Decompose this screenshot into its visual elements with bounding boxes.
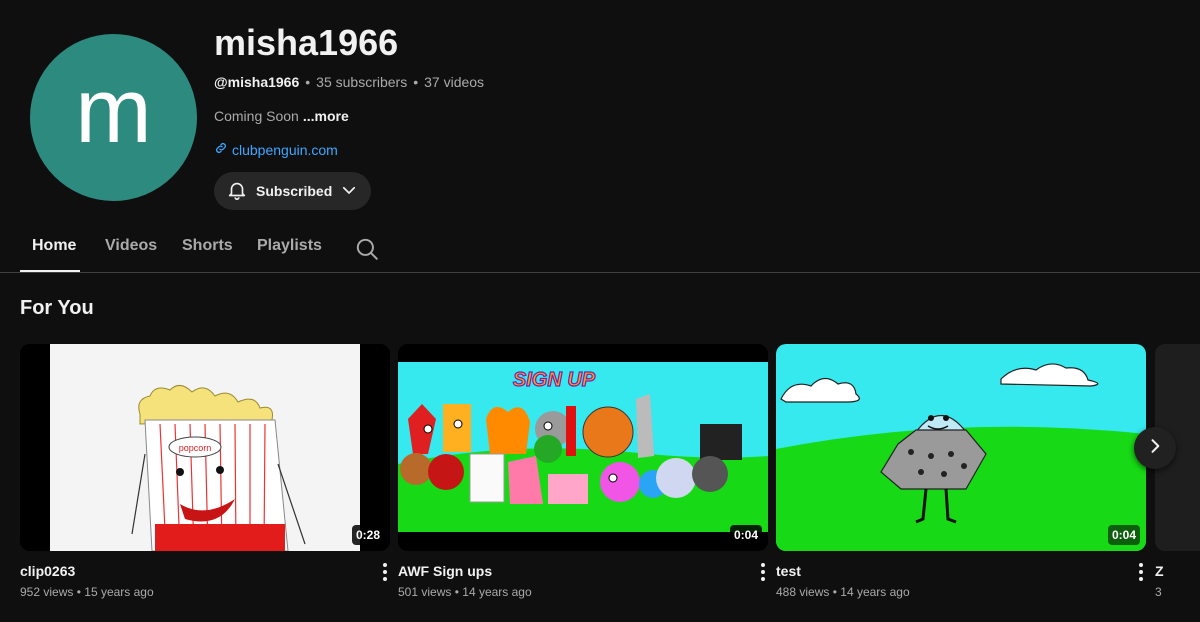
meta-separator: •	[305, 74, 311, 90]
video-views: 952 views	[20, 585, 74, 599]
partial-video-meta: 3	[1155, 585, 1162, 599]
video-meta: 952 views • 15 years ago	[20, 585, 154, 599]
avatar-letter: m	[75, 59, 152, 162]
video-card[interactable]: popcorn 0:28 clip0263 952 views • 15 yea…	[20, 344, 390, 599]
video-title[interactable]: clip0263	[20, 563, 75, 579]
tab-home[interactable]: Home	[32, 237, 76, 255]
subscribed-button[interactable]: Subscribed	[214, 172, 371, 210]
video-count: 37 videos	[424, 74, 485, 90]
meta-separator: •	[454, 585, 459, 599]
popcorn-thumbnail-art: popcorn	[20, 344, 390, 551]
subscribed-label: Subscribed	[256, 183, 333, 199]
channel-name: misha1966	[214, 22, 399, 63]
video-card[interactable]: SIGN UP 0:04 AWF Sign ups 501 views • 14…	[398, 344, 768, 599]
video-views: 488 views	[776, 585, 830, 599]
link-text: clubpenguin.com	[232, 141, 338, 158]
video-card[interactable]: 0:04 test 488 views • 14 years ago	[776, 344, 1146, 599]
channel-link[interactable]: clubpenguin.com	[214, 141, 338, 158]
meta-separator: •	[76, 585, 81, 599]
sign-up-thumbnail-art: SIGN UP	[398, 344, 768, 551]
more-vert-icon[interactable]	[760, 562, 766, 587]
video-duration: 0:28	[351, 525, 384, 545]
tab-videos[interactable]: Videos	[105, 237, 157, 255]
channel-description[interactable]: Coming Soon ...more	[214, 108, 349, 124]
bell-icon	[226, 179, 248, 204]
channel-meta: @misha1966 • 35 subscribers • 37 videos	[214, 74, 484, 90]
channel-avatar[interactable]: m	[30, 34, 197, 201]
description-text: Coming Soon	[214, 108, 299, 124]
carousel-next-button[interactable]	[1134, 427, 1176, 469]
ufo-field-thumbnail-art	[776, 344, 1146, 551]
video-duration: 0:04	[729, 525, 762, 545]
channel-tabs: Home Videos Shorts Playlists	[0, 228, 1200, 273]
channel-page: m misha1966 @misha1966 • 35 subscribers …	[0, 0, 1200, 622]
video-title[interactable]: test	[776, 563, 801, 579]
video-title[interactable]: AWF Sign ups	[398, 563, 492, 579]
more-button[interactable]: ...more	[303, 108, 349, 124]
video-views: 501 views	[398, 585, 452, 599]
more-vert-icon[interactable]	[382, 562, 388, 587]
subscriber-count: 35 subscribers	[316, 74, 408, 90]
video-meta: 488 views • 14 years ago	[776, 585, 910, 599]
active-tab-indicator	[20, 270, 80, 272]
search-icon[interactable]	[354, 236, 380, 267]
video-thumbnail[interactable]: SIGN UP 0:04	[398, 344, 768, 551]
video-thumbnail[interactable]: 0:04	[776, 344, 1146, 551]
tab-shorts[interactable]: Shorts	[182, 237, 233, 255]
more-vert-icon[interactable]	[1138, 562, 1144, 587]
thumbnail-sign-up-text: SIGN UP	[513, 369, 596, 391]
svg-text:popcorn: popcorn	[179, 443, 212, 453]
channel-handle: @misha1966	[214, 74, 300, 90]
partial-video-title[interactable]: Z	[1155, 563, 1164, 579]
video-thumbnail[interactable]: popcorn 0:28	[20, 344, 390, 551]
chevron-down-icon	[340, 181, 358, 202]
video-age: 15 years ago	[84, 585, 154, 599]
tab-playlists[interactable]: Playlists	[257, 237, 322, 255]
video-meta: 501 views • 14 years ago	[398, 585, 532, 599]
meta-separator: •	[413, 74, 419, 90]
video-age: 14 years ago	[840, 585, 910, 599]
chevron-right-icon	[1145, 436, 1165, 461]
video-age: 14 years ago	[462, 585, 532, 599]
link-icon	[214, 141, 228, 158]
video-duration: 0:04	[1107, 525, 1140, 545]
meta-separator: •	[832, 585, 837, 599]
section-title: For You	[20, 297, 94, 319]
